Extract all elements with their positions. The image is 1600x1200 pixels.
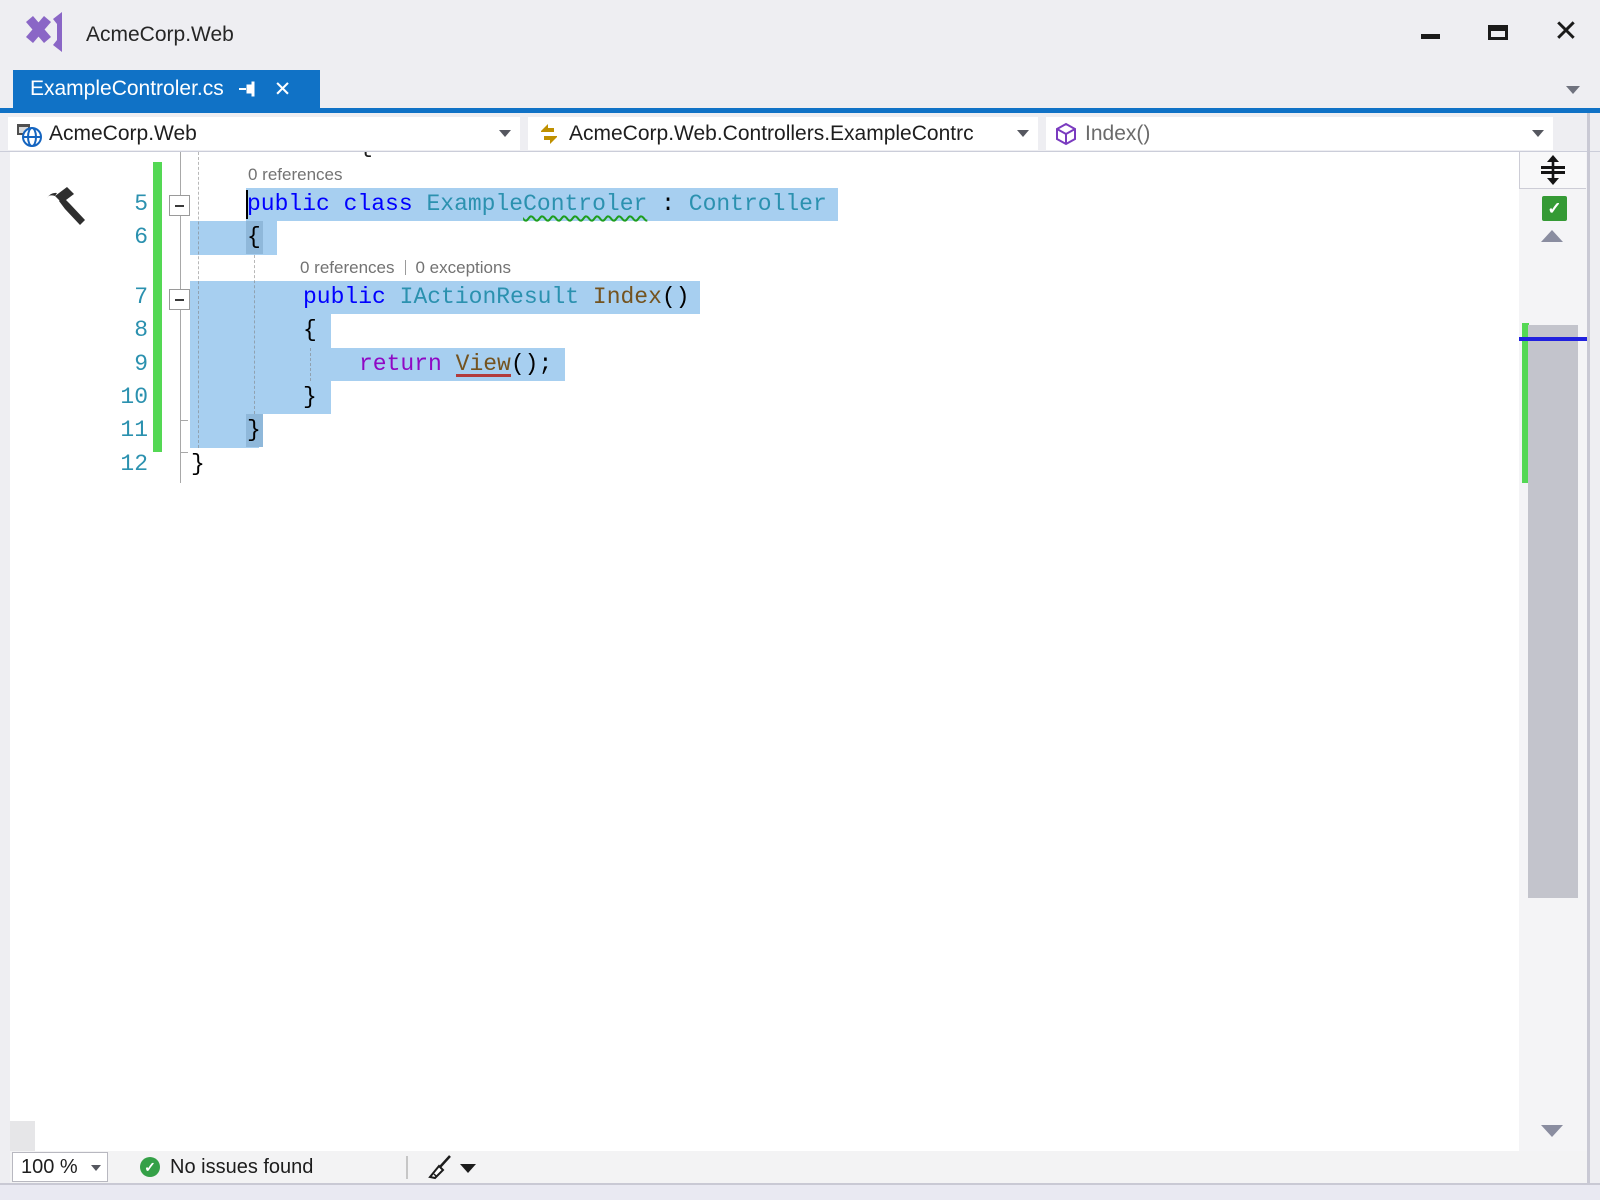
text-caret xyxy=(246,190,248,219)
code-line: return View(); xyxy=(359,348,552,381)
navigation-bar: AcmeCorp.Web AcmeCorp.Web.Controllers.Ex… xyxy=(0,113,1600,152)
scrollbar-corner xyxy=(10,1121,35,1151)
check-icon: ✓ xyxy=(1547,199,1561,219)
codelens-references[interactable]: 0 references xyxy=(248,165,343,184)
title-bar: AcmeCorp.Web ✕ xyxy=(0,0,1600,70)
window-title: AcmeCorp.Web xyxy=(86,0,234,70)
project-dropdown[interactable]: AcmeCorp.Web xyxy=(8,117,520,150)
code-line: { xyxy=(303,314,317,347)
class-icon xyxy=(536,121,562,147)
scroll-down-arrow-icon[interactable] xyxy=(1541,1125,1563,1137)
collapse-region-button[interactable] xyxy=(169,289,190,310)
line-number: 10 xyxy=(60,381,148,414)
codelens-separator xyxy=(405,260,406,275)
selection-highlight xyxy=(190,221,277,255)
issues-status-text: No issues found xyxy=(170,1151,313,1183)
tab-close-icon[interactable]: ✕ xyxy=(274,79,292,100)
check-icon: ✓ xyxy=(144,1159,156,1176)
vertical-scrollbar[interactable]: ✓ xyxy=(1519,152,1587,1151)
line-number: 5 xyxy=(60,188,148,221)
zoom-value: 100 % xyxy=(21,1156,78,1179)
zoom-dropdown[interactable]: 100 % xyxy=(12,1152,108,1182)
chevron-down-icon xyxy=(499,130,511,137)
scrollbar-thumb[interactable] xyxy=(1528,325,1578,898)
outlining-tick xyxy=(180,452,188,453)
issues-status-icon: ✓ xyxy=(140,1157,160,1177)
visual-studio-window: AcmeCorp.Web ✕ ExampleControler.cs ✕ xyxy=(0,0,1600,1200)
track-changes-bar xyxy=(153,162,162,452)
editor-status-bar: 100 % ✓ No issues found xyxy=(10,1151,1587,1183)
window-bottom-band xyxy=(0,1183,1600,1200)
codelens-method[interactable]: 0 references 0 exceptions xyxy=(300,255,511,281)
status-separator xyxy=(406,1156,408,1179)
visual-studio-logo-icon xyxy=(22,9,68,55)
document-health-indicator[interactable]: ✓ xyxy=(1542,196,1567,221)
pin-icon[interactable] xyxy=(238,79,258,99)
code-line: { xyxy=(247,221,261,254)
minimize-icon xyxy=(1421,34,1440,39)
project-dropdown-value: AcmeCorp.Web xyxy=(49,122,197,146)
chevron-down-icon xyxy=(1017,130,1029,137)
type-dropdown[interactable]: AcmeCorp.Web.Controllers.ExampleContrc xyxy=(528,117,1038,150)
codelens-exceptions[interactable]: 0 exceptions xyxy=(416,258,511,277)
tab-examplecontroler[interactable]: ExampleControler.cs ✕ xyxy=(13,70,320,108)
window-border xyxy=(1587,113,1590,1185)
close-button[interactable]: ✕ xyxy=(1542,0,1590,64)
outlining-tick xyxy=(180,420,188,421)
indent-guide xyxy=(198,152,199,448)
splitter-icon xyxy=(1541,155,1565,185)
line-number: 6 xyxy=(60,221,148,254)
minus-icon xyxy=(175,299,184,301)
code-line: } xyxy=(247,414,261,447)
tab-strip: ExampleControler.cs ✕ xyxy=(0,70,1600,113)
member-dropdown[interactable]: Index() xyxy=(1046,117,1553,150)
minus-icon xyxy=(175,205,184,207)
code-line: public class ExampleControler : Controll… xyxy=(247,188,827,221)
code-line: } xyxy=(191,448,205,481)
type-dropdown-value: AcmeCorp.Web.Controllers.ExampleContrc xyxy=(569,122,974,146)
code-editor[interactable]: 5 6 7 8 9 10 11 12 { 0 references 0 refe… xyxy=(10,152,1519,1151)
scroll-up-arrow-icon[interactable] xyxy=(1541,230,1563,242)
code-line: public IActionResult Index() xyxy=(303,281,690,314)
scrollbar-caret-position-marker xyxy=(1519,337,1587,341)
indent-guide xyxy=(310,348,311,381)
line-number: 11 xyxy=(60,414,148,447)
tab-label: ExampleControler.cs xyxy=(30,77,224,101)
code-cleanup-dropdown-icon[interactable] xyxy=(460,1164,476,1173)
minimize-button[interactable] xyxy=(1406,0,1454,64)
indent-guide xyxy=(254,255,255,414)
clipped-code-fragment: { xyxy=(359,152,373,163)
collapse-region-button[interactable] xyxy=(169,195,190,216)
line-number: 7 xyxy=(60,281,148,314)
line-number: 9 xyxy=(60,348,148,381)
code-cleanup-broom-icon[interactable] xyxy=(426,1154,454,1180)
line-number: 12 xyxy=(60,448,148,481)
project-globe-icon xyxy=(16,121,42,147)
code-line: } xyxy=(303,381,317,414)
split-window-button[interactable] xyxy=(1519,152,1586,189)
line-number: 8 xyxy=(60,314,148,347)
codelens-class[interactable]: 0 references xyxy=(248,162,343,188)
member-dropdown-value: Index() xyxy=(1085,122,1150,146)
method-cube-icon xyxy=(1054,122,1078,146)
document-list-dropdown-icon[interactable] xyxy=(1566,86,1580,94)
codelens-references[interactable]: 0 references xyxy=(300,258,395,277)
close-icon: ✕ xyxy=(1553,17,1578,47)
chevron-down-icon xyxy=(91,1165,101,1171)
chevron-down-icon xyxy=(1532,130,1544,137)
maximize-button[interactable] xyxy=(1474,0,1522,64)
maximize-icon xyxy=(1488,25,1508,40)
